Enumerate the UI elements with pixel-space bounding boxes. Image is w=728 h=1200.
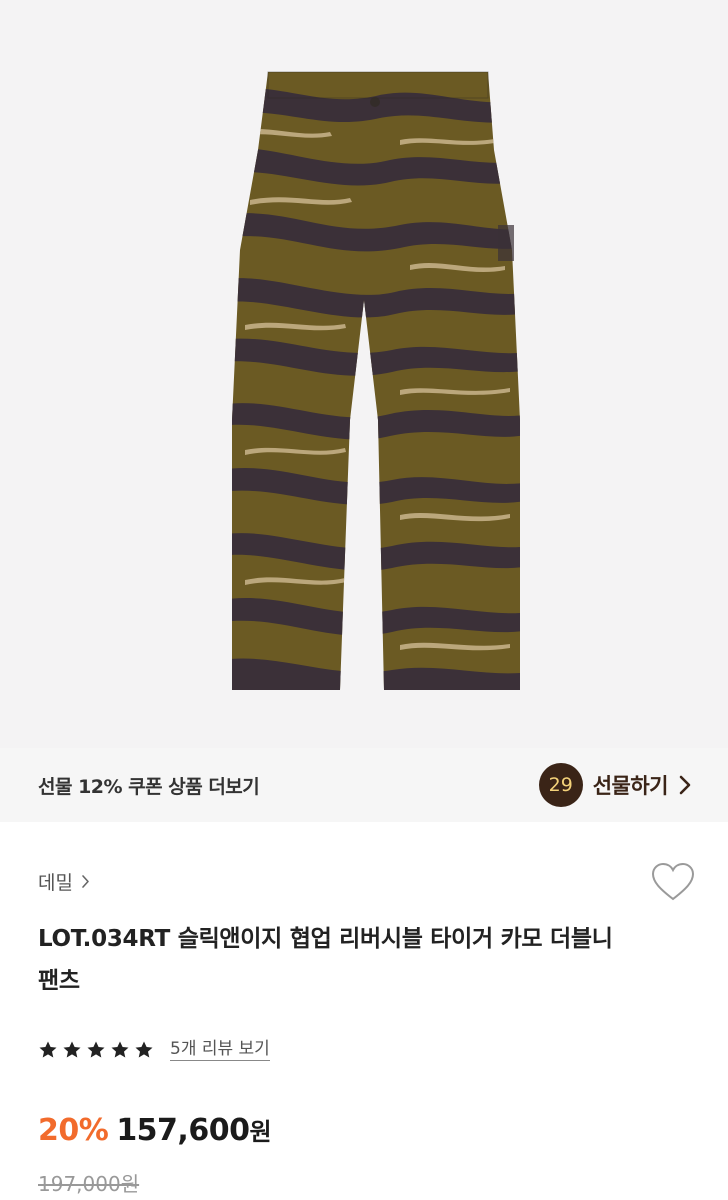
brand-name: 데밀 xyxy=(38,872,73,894)
gift-button-label: 선물하기 xyxy=(592,774,669,798)
chevron-right-icon xyxy=(679,775,691,795)
rating-stars xyxy=(38,1040,158,1060)
product-title: LOT.034RT 슬릭앤이지 협업 리버시블 타이거 카모 더블니 팬츠 xyxy=(38,926,613,994)
gift-count-badge: 29 xyxy=(538,763,583,807)
star-icon xyxy=(87,1041,105,1057)
rating-row: 5개 리뷰 보기 xyxy=(38,1038,270,1061)
heart-icon[interactable] xyxy=(650,861,696,903)
price-row: 20% 157,600 원 xyxy=(38,1112,272,1148)
gift-coupon-text[interactable]: 선물 12% 쿠폰 상품 더보기 xyxy=(38,772,260,799)
review-link[interactable]: 5개 리뷰 보기 xyxy=(170,1038,270,1061)
star-icon xyxy=(63,1041,81,1057)
price-unit: 원 xyxy=(249,1118,272,1146)
product-image[interactable] xyxy=(0,0,728,748)
star-icon xyxy=(135,1041,153,1057)
star-icon xyxy=(111,1041,129,1057)
brand-link[interactable]: 데밀 xyxy=(38,868,90,895)
sale-price: 157,600 xyxy=(116,1113,250,1148)
camo-pants-illustration xyxy=(232,71,520,690)
star-icon xyxy=(39,1041,57,1057)
discount-rate: 20% xyxy=(38,1113,109,1148)
gift-button[interactable]: 29 선물하기 xyxy=(538,763,692,807)
original-price: 197,000원 xyxy=(38,1172,140,1196)
gift-coupon-bar[interactable]: 선물 12% 쿠폰 상품 더보기 29 선물하기 xyxy=(0,748,728,822)
chevron-right-icon xyxy=(82,875,89,888)
